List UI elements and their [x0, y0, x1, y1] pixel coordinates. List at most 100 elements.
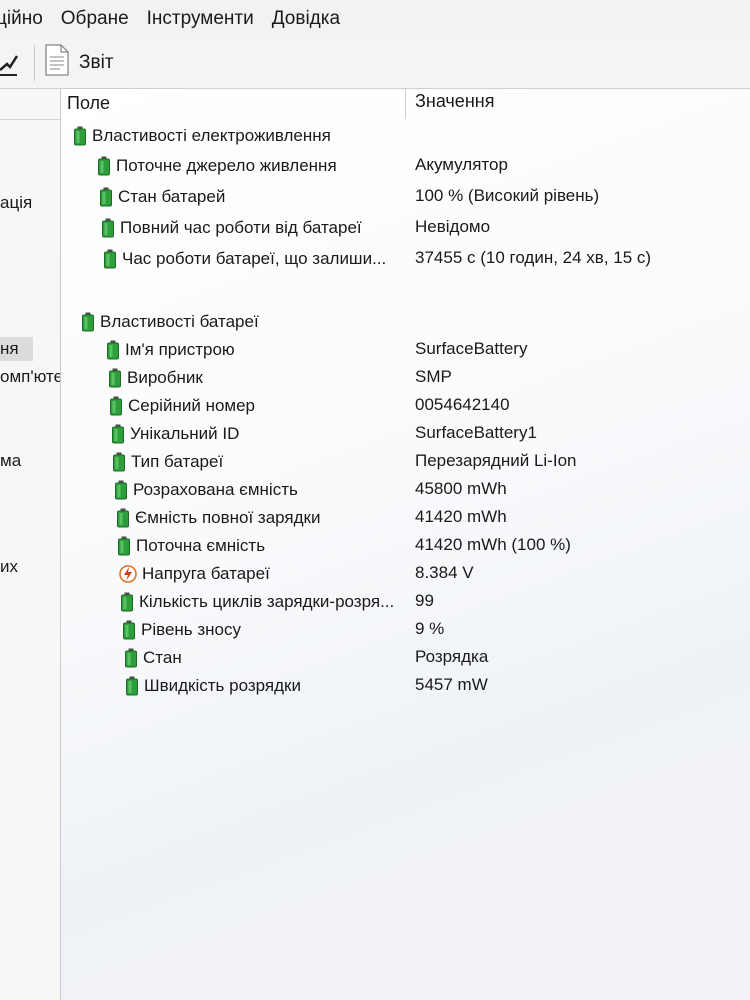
field-cell: Поточна ємність — [117, 536, 265, 556]
battery-icon — [114, 480, 128, 500]
value-cell: Перезарядний Li-Ion — [415, 451, 577, 470]
field-cell: Швидкість розрядки — [125, 676, 301, 696]
column-header-field[interactable]: Поле — [67, 93, 110, 114]
battery-icon — [109, 396, 123, 416]
value-cell: 41420 mWh — [415, 507, 507, 526]
table-row[interactable]: Виробник — [108, 364, 203, 392]
field-cell: Ємність повної зарядки — [116, 508, 321, 528]
sidebar-item[interactable]: их — [0, 557, 18, 577]
field-cell: Рівень зносу — [122, 620, 241, 640]
field-cell: Повний час роботи від батареї — [101, 218, 362, 238]
field-cell: Розрахована ємність — [114, 480, 298, 500]
table-header: Поле Значення — [61, 89, 750, 119]
battery-icon — [122, 620, 136, 640]
field-label: Кількість циклів зарядки-розря... — [139, 592, 395, 611]
table-row[interactable]: Швидкість розрядки — [125, 672, 301, 700]
toolbar-separator — [34, 45, 35, 81]
table-row[interactable]: Стан — [124, 644, 182, 672]
value-cell: SurfaceBattery1 — [415, 423, 537, 442]
value-cell: 9 % — [415, 619, 445, 638]
value-cell: 5457 mW — [415, 675, 488, 694]
sidebar-item[interactable]: ма — [0, 451, 21, 471]
field-label: Властивості батареї — [100, 312, 259, 331]
column-header-value[interactable]: Значення — [415, 91, 494, 112]
battery-icon — [81, 312, 95, 332]
menu-item-view[interactable]: ційно — [0, 8, 52, 30]
value-cell: 37455 с (10 годин, 24 хв, 15 с) — [415, 248, 652, 267]
table-row[interactable]: Розрахована ємність — [114, 476, 298, 504]
sidebar-item[interactable]: ація — [0, 193, 32, 213]
field-label: Час роботи батареї, що залиши... — [122, 249, 387, 268]
chart-icon[interactable] — [0, 43, 26, 83]
group-header-power[interactable]: Властивості електроживлення — [73, 122, 331, 150]
field-label: Розрахована ємність — [133, 480, 298, 499]
value-cell: 8.384 V — [415, 563, 474, 582]
battery-icon — [73, 126, 87, 146]
table-row[interactable]: Напруга батареї — [119, 560, 270, 588]
table-row[interactable]: Рівень зносу — [122, 616, 241, 644]
report-label: Звіт — [79, 52, 114, 73]
table-row[interactable]: Унікальний ID — [111, 420, 239, 448]
field-label: Напруга батареї — [142, 564, 270, 583]
battery-icon — [99, 187, 113, 207]
field-cell: Виробник — [108, 368, 203, 388]
field-label: Тип батареї — [131, 452, 224, 471]
table-row[interactable]: Ємність повної зарядки — [116, 504, 321, 532]
table-row[interactable]: Повний час роботи від батареї — [101, 214, 362, 242]
table-row[interactable]: Тип батареї — [112, 448, 223, 476]
field-cell: Стан — [124, 648, 182, 668]
field-cell: Унікальний ID — [111, 424, 239, 444]
battery-icon — [101, 218, 115, 238]
table-row[interactable]: Поточне джерело живлення — [97, 152, 337, 180]
sidebar-tree[interactable]: ація ня омп'юте ма их — [0, 89, 61, 1000]
field-label: Унікальний ID — [130, 424, 240, 443]
voltage-icon — [119, 565, 137, 583]
value-cell: Акумулятор — [415, 155, 508, 174]
field-label: Ім'я пристрою — [125, 340, 235, 359]
battery-icon — [97, 156, 111, 176]
field-label: Стан — [143, 648, 182, 667]
field-label: Поточне джерело живлення — [116, 156, 337, 175]
battery-icon — [108, 368, 122, 388]
field-label: Властивості електроживлення — [92, 126, 331, 145]
table-row[interactable]: Поточна ємність — [117, 532, 265, 560]
table-row[interactable]: Кількість циклів зарядки-розря... — [120, 588, 394, 616]
field-label: Стан батарей — [118, 187, 226, 206]
sidebar-divider — [0, 119, 60, 120]
battery-icon — [106, 340, 120, 360]
menu-bar: ційно Обране Інструменти Довідка — [0, 0, 750, 39]
menu-item-help[interactable]: Довідка — [263, 8, 349, 30]
field-label: Повний час роботи від батареї — [120, 218, 362, 237]
field-label: Ємність повної зарядки — [135, 508, 321, 527]
menu-item-favorites[interactable]: Обране — [52, 8, 138, 30]
table-row[interactable]: Ім'я пристрою — [106, 336, 235, 364]
report-button[interactable]: Звіт — [45, 44, 114, 82]
field-label: Швидкість розрядки — [144, 676, 301, 695]
battery-icon — [103, 249, 117, 269]
value-cell: SurfaceBattery — [415, 339, 528, 358]
sidebar-item[interactable]: ня — [0, 337, 33, 361]
value-cell: 99 — [415, 591, 434, 610]
column-separator[interactable] — [405, 89, 406, 119]
menu-item-tools[interactable]: Інструменти — [138, 8, 263, 30]
table-row[interactable]: Стан батарей — [99, 183, 225, 211]
battery-icon — [116, 508, 130, 528]
value-cell: 100 % (Високий рівень) — [415, 186, 600, 205]
battery-icon — [120, 592, 134, 612]
field-cell: Тип батареї — [112, 452, 223, 472]
field-cell: Властивості електроживлення — [73, 126, 331, 146]
group-header-battery[interactable]: Властивості батареї — [81, 308, 259, 336]
field-cell: Поточне джерело живлення — [97, 156, 337, 176]
field-cell: Напруга батареї — [119, 564, 270, 584]
table-row[interactable]: Час роботи батареї, що залиши... — [103, 245, 386, 273]
field-cell: Кількість циклів зарядки-розря... — [120, 592, 394, 612]
field-label: Рівень зносу — [141, 620, 242, 639]
value-cell: Розрядка — [415, 647, 489, 666]
battery-icon — [117, 536, 131, 556]
field-label: Поточна ємність — [136, 536, 266, 555]
field-cell: Властивості батареї — [81, 312, 259, 332]
sidebar-item[interactable]: омп'юте — [0, 367, 60, 387]
table-row[interactable]: Серійний номер — [109, 392, 255, 420]
battery-icon — [112, 452, 126, 472]
field-cell: Ім'я пристрою — [106, 340, 235, 360]
